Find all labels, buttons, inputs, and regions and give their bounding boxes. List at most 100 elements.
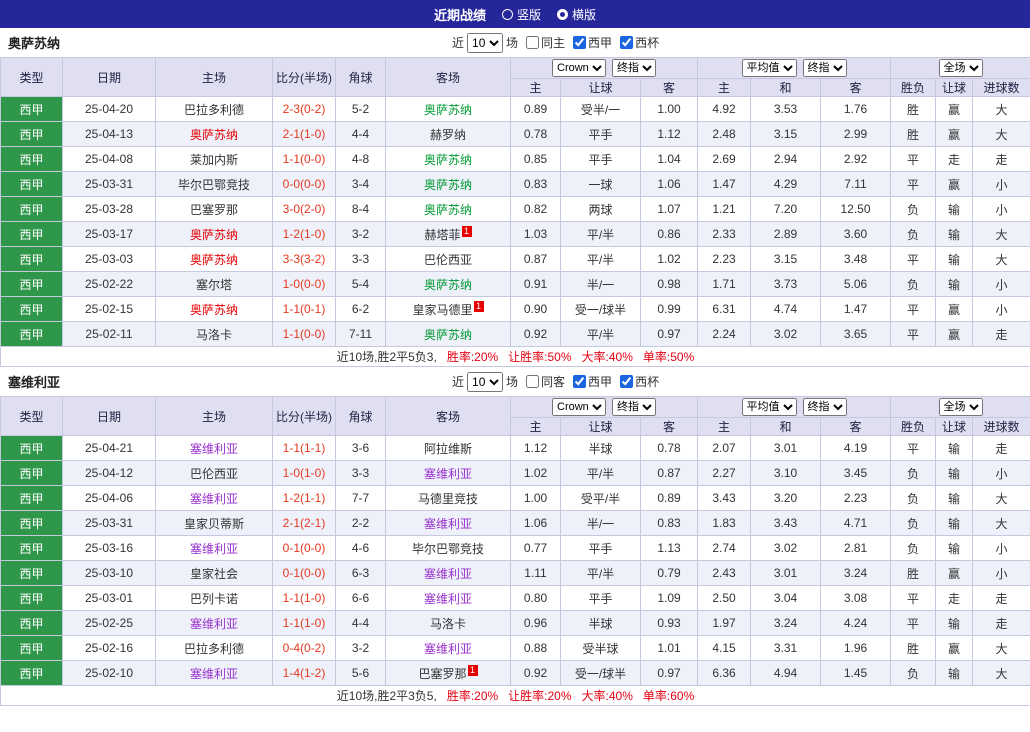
sub-column-header: 客 bbox=[821, 418, 891, 436]
sub-column-header: 主 bbox=[511, 79, 561, 97]
team-label: 奥萨苏纳 bbox=[424, 328, 472, 342]
filter-checkbox-league[interactable]: 西甲 bbox=[573, 373, 612, 390]
avg-away-odds-cell: 12.50 bbox=[821, 197, 891, 222]
final-odds-select[interactable]: 终指 bbox=[612, 398, 656, 416]
checkbox-input-league[interactable] bbox=[573, 375, 586, 388]
score-cell: 1-1(1-0) bbox=[273, 586, 336, 611]
corner-cell: 4-4 bbox=[336, 122, 386, 147]
away-odds-cell: 0.97 bbox=[641, 661, 698, 686]
final-odds-select[interactable]: 终指 bbox=[612, 59, 656, 77]
sub-column-header: 和 bbox=[751, 79, 821, 97]
league-cell: 西甲 bbox=[1, 172, 63, 197]
home-odds-cell: 0.89 bbox=[511, 97, 561, 122]
corner-cell: 3-2 bbox=[336, 636, 386, 661]
away-team-cell: 塞维利亚 bbox=[386, 461, 511, 486]
date-cell: 25-02-22 bbox=[63, 272, 156, 297]
goals-result-cell: 走 bbox=[973, 436, 1030, 461]
checkbox-input-league[interactable] bbox=[573, 36, 586, 49]
bookmaker-select[interactable]: Crown bbox=[552, 59, 606, 77]
match-row: 西甲25-03-17奥萨苏纳1-2(1-0)3-2赫塔菲11.03平/半0.86… bbox=[1, 222, 1030, 247]
team-section-band: 奥萨苏纳近10场同主西甲西杯 bbox=[0, 28, 1030, 57]
avg-draw-odds-cell: 3.53 bbox=[751, 97, 821, 122]
match-row: 西甲25-03-16塞维利亚0-1(0-0)4-6毕尔巴鄂竞技0.77平手1.1… bbox=[1, 536, 1030, 561]
handicap-cell: 平/半 bbox=[561, 561, 641, 586]
checkbox-label: 同客 bbox=[541, 373, 565, 390]
away-odds-cell: 1.13 bbox=[641, 536, 698, 561]
goals-result-cell: 走 bbox=[973, 147, 1030, 172]
home-team-cell: 马洛卡 bbox=[156, 322, 273, 347]
avg-home-odds-cell: 4.92 bbox=[698, 97, 751, 122]
league-cell: 西甲 bbox=[1, 97, 63, 122]
avg-home-odds-cell: 6.31 bbox=[698, 297, 751, 322]
wdl-result-cell: 胜 bbox=[891, 561, 936, 586]
odds-group-header: Crown 终指 bbox=[511, 58, 698, 79]
team-label: 塞维利亚 bbox=[190, 442, 238, 456]
away-odds-cell: 1.01 bbox=[641, 636, 698, 661]
team-name: 塞维利亚 bbox=[8, 372, 60, 391]
team-label: 毕尔巴鄂竞技 bbox=[412, 542, 484, 556]
checkbox-input-same-venue[interactable] bbox=[526, 36, 539, 49]
checkbox-input-cup[interactable] bbox=[620, 375, 633, 388]
full-match-select[interactable]: 全场 bbox=[939, 398, 983, 416]
avg-draw-odds-cell: 4.94 bbox=[751, 661, 821, 686]
recent-count-select[interactable]: 10 bbox=[467, 33, 503, 53]
away-team-cell: 奥萨苏纳 bbox=[386, 197, 511, 222]
checkbox-input-same-venue[interactable] bbox=[526, 375, 539, 388]
league-cell: 西甲 bbox=[1, 197, 63, 222]
summary-stat: 让胜率:20% bbox=[508, 689, 571, 703]
home-team-cell: 巴列卡诺 bbox=[156, 586, 273, 611]
date-cell: 25-02-11 bbox=[63, 322, 156, 347]
team-label: 塞维利亚 bbox=[190, 542, 238, 556]
league-cell: 西甲 bbox=[1, 322, 63, 347]
away-team-cell: 皇家马德里1 bbox=[386, 297, 511, 322]
team-label: 塞维利亚 bbox=[424, 592, 472, 606]
handicap-result-cell: 赢 bbox=[936, 122, 973, 147]
corner-cell: 3-4 bbox=[336, 172, 386, 197]
average-select[interactable]: 平均值 bbox=[742, 398, 797, 416]
avg-away-odds-cell: 3.08 bbox=[821, 586, 891, 611]
corner-cell: 3-2 bbox=[336, 222, 386, 247]
away-team-cell: 奥萨苏纳 bbox=[386, 272, 511, 297]
home-odds-cell: 0.92 bbox=[511, 322, 561, 347]
final-odds-select-2[interactable]: 终指 bbox=[803, 59, 847, 77]
average-select[interactable]: 平均值 bbox=[742, 59, 797, 77]
handicap-cell: 受一/球半 bbox=[561, 661, 641, 686]
date-cell: 25-03-28 bbox=[63, 197, 156, 222]
team-label: 皇家马德里 bbox=[412, 303, 472, 317]
checkbox-input-cup[interactable] bbox=[620, 36, 633, 49]
bookmaker-select[interactable]: Crown bbox=[552, 398, 606, 416]
avg-away-odds-cell: 2.99 bbox=[821, 122, 891, 147]
filter-checkbox-same-venue[interactable]: 同客 bbox=[526, 373, 565, 390]
filter-checkbox-same-venue[interactable]: 同主 bbox=[526, 34, 565, 51]
odds-group-header: 平均值终指 bbox=[698, 397, 891, 418]
date-cell: 25-04-06 bbox=[63, 486, 156, 511]
handicap-cell: 半/一 bbox=[561, 511, 641, 536]
filter-controls: 近10场同客西甲西杯 bbox=[452, 367, 659, 396]
filter-checkbox-cup[interactable]: 西杯 bbox=[620, 373, 659, 390]
filter-checkbox-cup[interactable]: 西杯 bbox=[620, 34, 659, 51]
away-odds-cell: 1.00 bbox=[641, 97, 698, 122]
match-row: 西甲25-02-15奥萨苏纳1-1(0-1)6-2皇家马德里10.90受一/球半… bbox=[1, 297, 1030, 322]
layout-radio-vertical[interactable]: 竖版 bbox=[502, 6, 541, 23]
section-away-team: 塞维利亚近10场同客西甲西杯类型日期主场比分(半场)角球客场Crown终指平均值… bbox=[0, 367, 1030, 706]
avg-draw-odds-cell: 3.02 bbox=[751, 322, 821, 347]
sub-column-header: 让球 bbox=[936, 418, 973, 436]
handicap-cell: 半球 bbox=[561, 611, 641, 636]
full-match-select[interactable]: 全场 bbox=[939, 59, 983, 77]
avg-draw-odds-cell: 4.74 bbox=[751, 297, 821, 322]
layout-radio-horizontal[interactable]: 横版 bbox=[557, 6, 596, 23]
avg-away-odds-cell: 2.81 bbox=[821, 536, 891, 561]
home-odds-cell: 1.03 bbox=[511, 222, 561, 247]
league-cell: 西甲 bbox=[1, 636, 63, 661]
handicap-cell: 受一/球半 bbox=[561, 297, 641, 322]
score-cell: 2-1(2-1) bbox=[273, 511, 336, 536]
recent-count-select[interactable]: 10 bbox=[467, 372, 503, 392]
filter-checkbox-league[interactable]: 西甲 bbox=[573, 34, 612, 51]
away-team-cell: 马洛卡 bbox=[386, 611, 511, 636]
odds-group-header: 全场 bbox=[891, 397, 1030, 418]
home-odds-cell: 0.83 bbox=[511, 172, 561, 197]
team-name: 奥萨苏纳 bbox=[8, 33, 60, 52]
team-label: 皇家社会 bbox=[190, 567, 238, 581]
away-odds-cell: 0.99 bbox=[641, 297, 698, 322]
final-odds-select-2[interactable]: 终指 bbox=[803, 398, 847, 416]
